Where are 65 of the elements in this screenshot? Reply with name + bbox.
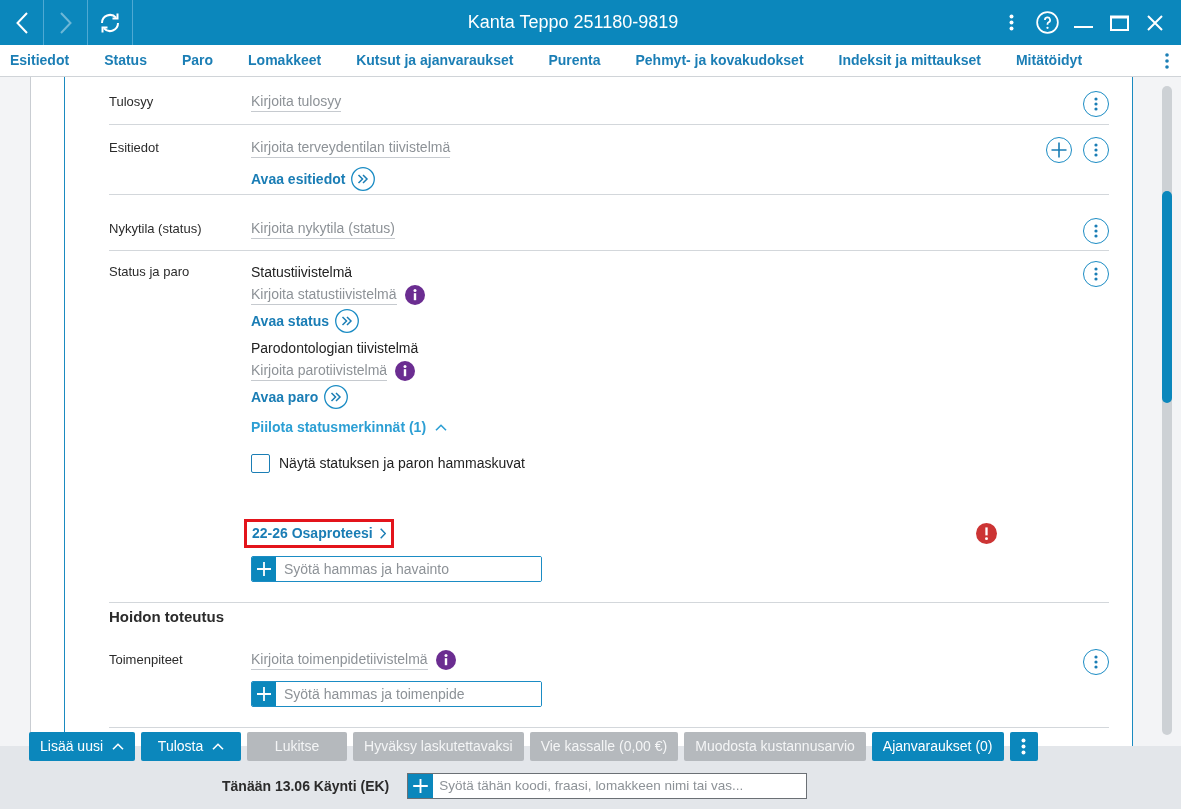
maximize-icon — [1109, 14, 1129, 31]
info-icon[interactable] — [404, 285, 425, 305]
double-chevron-icon — [324, 385, 349, 409]
toolbar-button[interactable]: Tulosta — [141, 732, 242, 761]
toolbar-button[interactable]: Ajanvaraukset (0) — [871, 732, 1004, 761]
section-heading: Hoidon toteutus — [109, 608, 224, 625]
finding-link[interactable]: 22-26 Osaproteesi — [252, 523, 386, 544]
open-link[interactable]: Avaa status — [251, 308, 360, 334]
kebab-icon — [1094, 655, 1098, 669]
kebab-icon — [1021, 738, 1026, 755]
field-label: Status ja paro — [109, 263, 191, 281]
double-chevron-icon — [351, 167, 376, 191]
kebab-icon — [1094, 143, 1098, 157]
command-field[interactable]: Syötä tähän koodi, fraasi, lomakkeen nimi tai vas... — [407, 773, 808, 799]
scrollbar[interactable] — [1162, 86, 1172, 735]
kebab-icon — [1094, 267, 1098, 281]
help-icon — [1035, 11, 1059, 34]
tab[interactable]: Mitätöidyt — [1015, 50, 1083, 71]
toggle-link[interactable]: Piilota statusmerkinnät (1) — [251, 416, 448, 438]
field-label: Esitiedot — [109, 139, 160, 157]
tab[interactable]: Lomakkeet — [248, 50, 322, 71]
plus-icon — [1051, 142, 1067, 158]
tab[interactable]: Indeksit ja mittaukset — [838, 50, 981, 71]
tab[interactable]: Status — [104, 50, 147, 71]
field-label: Nykytila (status) — [109, 220, 203, 238]
window-title: Kanta Teppo 251180-9819 — [467, 11, 679, 34]
field-label: Toimenpiteet — [109, 651, 184, 669]
tooth-entry-field[interactable]: Syötä hammas ja havainto — [251, 556, 542, 582]
kebab-icon — [1008, 14, 1014, 31]
summary-field[interactable]: Kirjoita nykytila (status) — [251, 219, 395, 239]
plus-icon[interactable] — [252, 682, 276, 706]
summary-field[interactable]: Kirjoita tulosyy — [251, 92, 342, 112]
open-link[interactable]: Avaa paro — [251, 384, 349, 410]
summary-heading: Parodontologian tiivistelmä — [251, 339, 419, 358]
field-label: Tulosyy — [109, 93, 155, 111]
info-icon[interactable] — [435, 650, 456, 670]
plus-icon[interactable] — [252, 557, 276, 581]
tab[interactable]: Purenta — [548, 50, 601, 71]
chevron-up-icon — [435, 423, 448, 431]
chevron-right-icon — [379, 528, 386, 539]
summary-field[interactable]: Kirjoita toimenpidetiivistelmä — [251, 650, 428, 670]
kebab-icon — [1165, 52, 1169, 69]
summary-heading: Statustiivistelmä — [251, 263, 353, 282]
plus-icon[interactable] — [408, 774, 434, 798]
tab[interactable]: Paro — [181, 50, 214, 71]
checkbox[interactable] — [251, 453, 270, 473]
info-icon[interactable] — [395, 361, 416, 381]
open-link[interactable]: Avaa esitiedot — [251, 166, 376, 192]
kebab-icon — [1094, 224, 1098, 238]
summary-field[interactable]: Kirjoita statustiivistelmä — [251, 285, 397, 305]
more-button[interactable] — [1009, 732, 1038, 761]
tooth-entry-field[interactable]: Syötä hammas ja toimenpide — [251, 681, 542, 707]
checkbox-label: Näytä statuksen ja paron hammaskuvat — [279, 453, 525, 473]
close-icon — [1147, 14, 1163, 31]
scrollbar-thumb[interactable] — [1162, 191, 1172, 403]
double-chevron-icon — [335, 309, 360, 333]
visit-label: Tänään 13.06 Käynti (EK) — [222, 777, 390, 796]
summary-field[interactable]: Kirjoita terveydentilan tiivistelmä — [251, 138, 451, 158]
tab[interactable]: Pehmyt- ja kovakudokset — [635, 50, 804, 71]
kebab-icon — [1094, 97, 1098, 111]
minimize-icon — [1073, 25, 1093, 28]
tab[interactable]: Esitiedot — [10, 50, 70, 71]
toolbar-button[interactable]: Lisää uusi — [29, 732, 136, 761]
tab[interactable]: Kutsut ja ajanvaraukset — [356, 50, 514, 71]
summary-field[interactable]: Kirjoita parotiivistelmä — [251, 361, 388, 381]
